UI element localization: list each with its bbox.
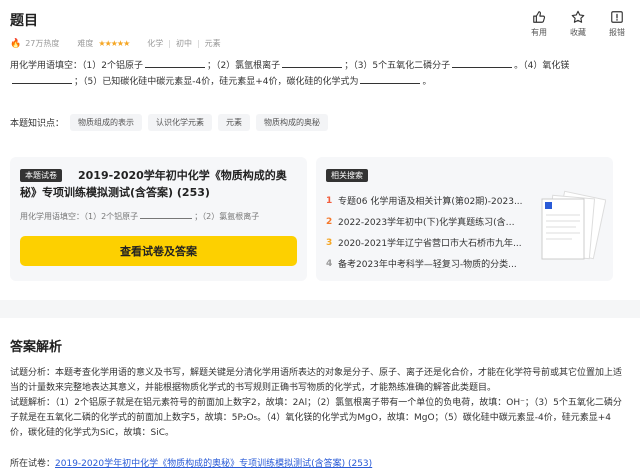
knowledge-tag[interactable]: 物质构成的奥秘	[256, 114, 329, 131]
question-card: 题目 🔥 27万热度 难度 ★★★★★ 化学 | 初中 | 元素 有用 收藏 报…	[0, 0, 640, 300]
documents-illustration	[541, 190, 606, 260]
grade-label: 初中	[175, 39, 192, 48]
solution-text: 试题解析：（1）2个铝原子就是在铝元素符号的前面加上数字2，故填：2Al；（2）…	[10, 398, 622, 438]
answer-blank	[452, 58, 513, 68]
knowledge-label: 本题知识点：	[10, 119, 65, 129]
divider: |	[196, 39, 200, 48]
answer-blank	[140, 211, 193, 219]
related-item-text: 2022-2023学年初中(下)化学真题练习(含答...	[338, 218, 523, 228]
paper-title[interactable]: 2019-2020学年初中化学《物质构成的奥秘》专项训练模拟测试(含答案) (2…	[20, 167, 300, 201]
related-item[interactable]: 4 备考2023年中考科学—轻复习-物质的分类...	[326, 253, 526, 274]
related-item-text: 专题06 化学用语及相关计算(第02期)-2023...	[338, 197, 523, 207]
action-bar: 有用 收藏 报错	[528, 10, 628, 38]
source-label: 所在试卷：	[10, 459, 56, 469]
divider: |	[168, 39, 171, 48]
knowledge-tag[interactable]: 物质组成的表示	[70, 114, 143, 131]
knowledge-tag[interactable]: 元素	[218, 114, 251, 131]
related-item[interactable]: 1 专题06 化学用语及相关计算(第02期)-2023...	[326, 190, 526, 211]
page-title: 题目	[10, 13, 38, 29]
source-paper-link[interactable]: 2019-2020学年初中化学《物质构成的奥秘》专项训练模拟测试(含答案) (2…	[55, 459, 372, 469]
rank-number: 3	[326, 237, 333, 248]
favorite-button[interactable]: 收藏	[567, 10, 589, 38]
knowledge-points: 本题知识点： 物质组成的表示 认识化学元素 元素 物质构成的奥秘	[10, 114, 334, 131]
rank-number: 1	[326, 195, 333, 206]
related-badge: 相关搜索	[326, 169, 368, 182]
answer-blank	[360, 74, 421, 84]
source-paper: 所在试卷：2019-2020学年初中化学《物质构成的奥秘》专项训练模拟测试(含答…	[10, 456, 372, 469]
related-item[interactable]: 2 2022-2023学年初中(下)化学真题练习(含答...	[326, 211, 526, 232]
answer-blank	[282, 58, 343, 68]
question-part: ；（2）氯氩根离子	[206, 61, 281, 71]
answer-blank	[144, 58, 205, 68]
question-part: 。（4）氧化镁	[514, 61, 570, 71]
chapter-label: 元素	[204, 39, 221, 48]
question-part: 。	[422, 77, 432, 87]
answer-body: 试题分析：本题考查化学用语的意义及书写，解题关键是分清化学用语所表达的对象是分子…	[10, 366, 625, 441]
difficulty-stars: ★★★★★	[98, 39, 130, 48]
report-icon	[611, 11, 623, 23]
analysis-text: 试题分析：本题考查化学用语的意义及书写，解题关键是分清化学用语所表达的对象是分子…	[10, 368, 623, 393]
paper-card: 2019-2020学年初中化学《物质构成的奥秘》专项训练模拟测试(含答案) (2…	[10, 157, 307, 281]
like-label: 有用	[531, 28, 547, 37]
fire-icon: 🔥	[10, 38, 22, 49]
difficulty-label: 难度	[77, 39, 94, 48]
related-search-card: 相关搜索 1 专题06 化学用语及相关计算(第02期)-2023... 2 20…	[316, 157, 613, 281]
favorite-label: 收藏	[570, 28, 586, 37]
thumbs-up-icon	[533, 11, 546, 23]
answer-card: 答案解析 试题分析：本题考查化学用语的意义及书写，解题关键是分清化学用语所表达的…	[0, 318, 640, 475]
paper-badge: 本题试卷	[20, 169, 62, 182]
question-meta: 🔥 27万热度 难度 ★★★★★ 化学 | 初中 | 元素	[10, 38, 221, 49]
related-item[interactable]: 3 2020-2021学年辽宁省营口市大石桥市九年...	[326, 232, 526, 253]
report-label: 报错	[609, 28, 625, 37]
hot-count: 27万热度	[25, 39, 60, 48]
paper-snippet: 用化学用语填空：（1）2个铝原子 ；（2）氯氩根离子	[20, 211, 259, 222]
subject-label: 化学	[147, 39, 164, 48]
rank-number: 4	[326, 258, 333, 269]
question-part: 用化学用语填空：（1）2个铝原子	[10, 61, 143, 71]
view-paper-button[interactable]: 查看试卷及答案	[20, 236, 297, 266]
like-button[interactable]: 有用	[528, 10, 550, 38]
question-text: 用化学用语填空：（1）2个铝原子 ；（2）氯氩根离子 ；（3）5个五氧化二磷分子 。（…	[10, 58, 620, 90]
answer-title: 答案解析	[10, 340, 63, 355]
knowledge-tag[interactable]: 认识化学元素	[148, 114, 213, 131]
answer-blank	[12, 74, 72, 84]
question-part: ；（5）已知碳化硅中碳元素显-4价，硅元素显+4价，碳化硅的化学式为	[74, 77, 359, 87]
snippet-part: 用化学用语填空：（1）2个铝原子	[20, 212, 139, 221]
related-list: 1 专题06 化学用语及相关计算(第02期)-2023... 2 2022-20…	[326, 190, 526, 274]
snippet-part: ；（2）氯氩根离子	[194, 212, 260, 221]
rank-number: 2	[326, 216, 333, 227]
related-item-text: 备考2023年中考科学—轻复习-物质的分类...	[338, 260, 517, 270]
related-item-text: 2020-2021学年辽宁省营口市大石桥市九年...	[338, 239, 522, 249]
question-part: ；（3）5个五氧化二磷分子	[344, 61, 451, 71]
report-button[interactable]: 报错	[606, 10, 628, 38]
star-icon	[571, 10, 585, 23]
